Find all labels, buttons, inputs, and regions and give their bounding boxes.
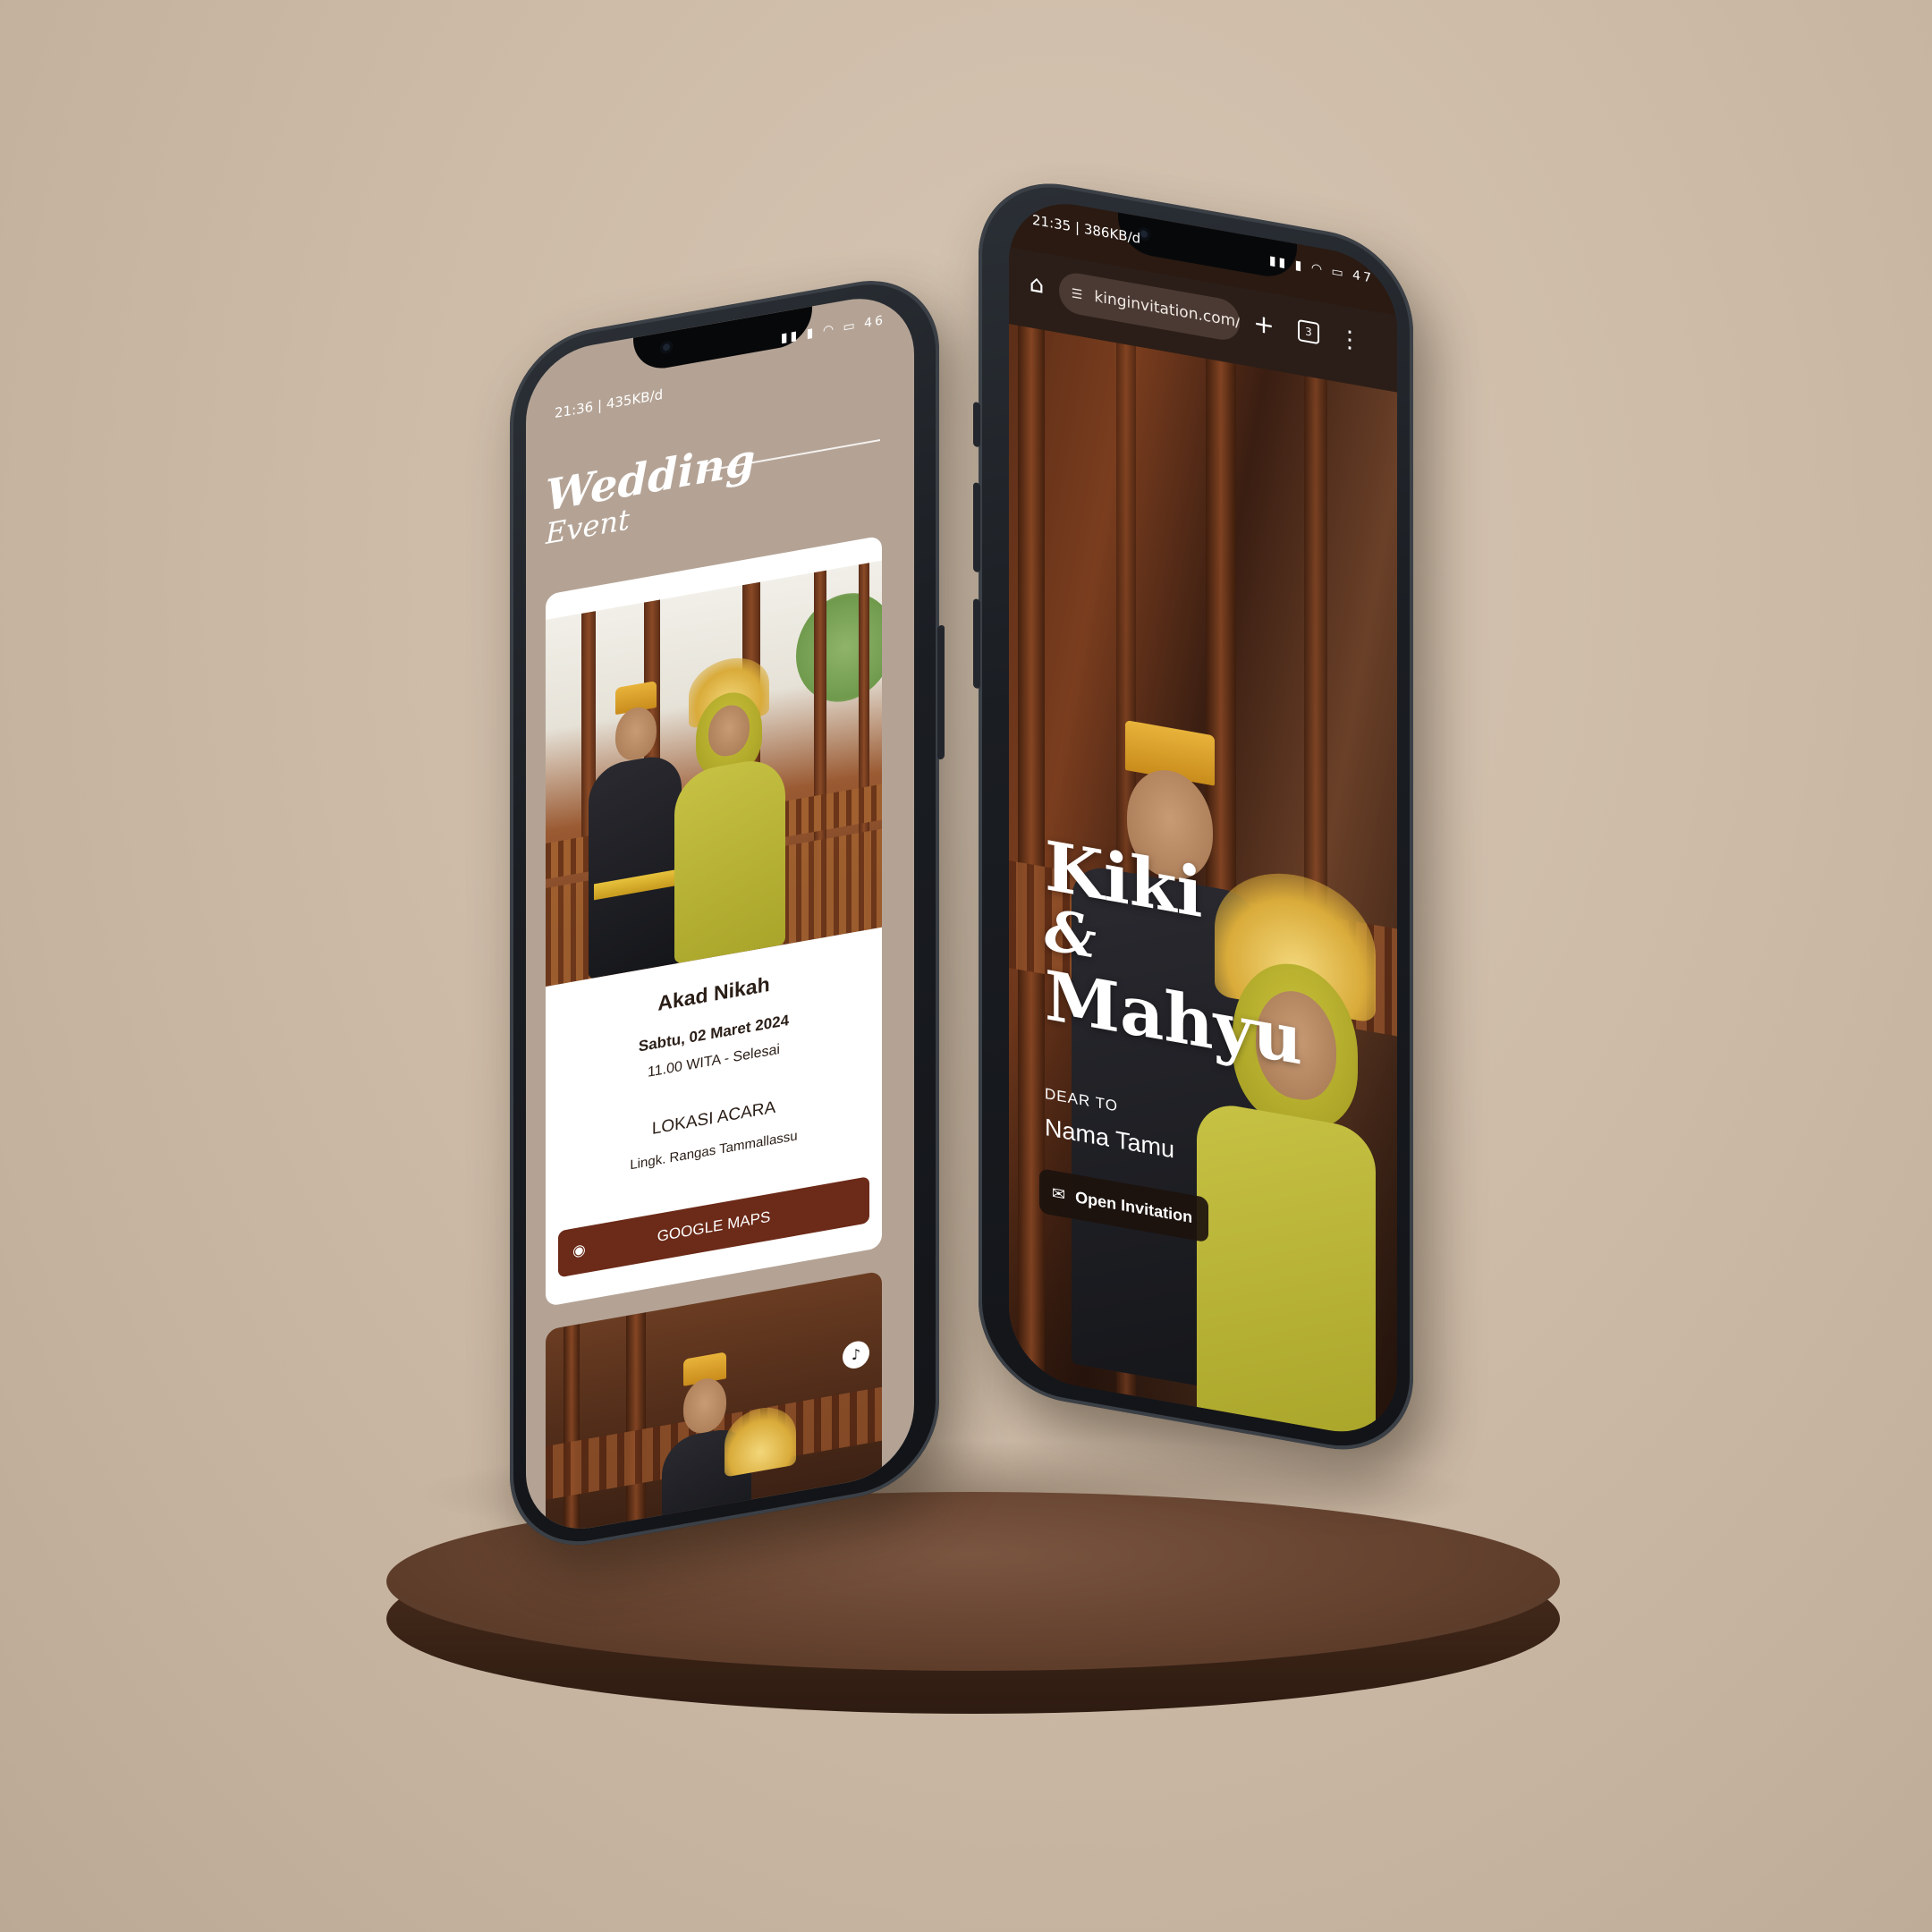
google-maps-button[interactable]: ◉ GOOGLE MAPS: [558, 1176, 869, 1278]
music-toggle-button[interactable]: ♪: [843, 1339, 869, 1371]
more-menu-icon[interactable]: ⋮: [1336, 325, 1363, 356]
yellow-attire: [1197, 1099, 1376, 1443]
signal-icon: ▮▮ ▮ ◠ ▭: [780, 318, 858, 346]
url-text: kinginvitation.com/kiki-r: [1094, 287, 1240, 339]
event-card: Akad Nikah Sabtu, 02 Maret 2024 11.00 WI…: [546, 535, 882, 1307]
right-screen: 21:35 | 386KB/d ▮▮ ▮ ◠ ▭ 47 ⌂ ☰ kinginvi…: [1009, 192, 1397, 1443]
home-icon[interactable]: ⌂: [1023, 269, 1050, 301]
volume-down-button: [973, 597, 980, 690]
phone-right: 21:35 | 386KB/d ▮▮ ▮ ◠ ▭ 47 ⌂ ☰ kinginvi…: [973, 170, 1413, 1463]
envelope-icon: ✉: [1052, 1183, 1066, 1205]
event-photo: [546, 560, 882, 987]
power-button: [937, 624, 945, 760]
silent-switch: [973, 401, 980, 448]
crown: [724, 1402, 796, 1478]
battery-level: 46: [864, 312, 886, 332]
pillar: [626, 1312, 646, 1531]
volume-up-button: [973, 481, 980, 573]
tabs-button[interactable]: 3: [1295, 317, 1322, 348]
event-details: Akad Nikah Sabtu, 02 Maret 2024 11.00 WI…: [546, 928, 882, 1307]
phone-left: 21:36 | 435KB/d ▮▮ ▮ ◠ ▭ 46 Wedding Even…: [510, 267, 945, 1558]
status-icons: ▮▮ ▮ ◠ ▭ 46: [781, 313, 886, 346]
section-heading: Wedding Event: [546, 435, 755, 551]
status-icons: ▮▮ ▮ ◠ ▭ 47: [1269, 253, 1374, 286]
status-bar: 21:36 | 435KB/d ▮▮ ▮ ◠ ▭ 46: [526, 295, 914, 421]
status-time: 21:35 | 386KB/d: [1032, 211, 1141, 247]
pillar: [564, 1324, 580, 1539]
tabs-count: 3: [1298, 318, 1319, 345]
map-pin-icon: ◉: [572, 1241, 586, 1260]
groom: [662, 1340, 796, 1539]
signal-icon: ▮▮ ▮ ◠ ▭: [1268, 253, 1346, 282]
status-time: 21:36 | 435KB/d: [555, 386, 664, 422]
bride: [662, 648, 796, 966]
music-icon: ♪: [851, 1344, 861, 1364]
open-invitation-label: Open Invitation: [1075, 1188, 1193, 1227]
site-settings-icon[interactable]: ☰: [1064, 272, 1089, 318]
left-screen: 21:36 | 435KB/d ▮▮ ▮ ◠ ▭ 46 Wedding Even…: [526, 288, 914, 1539]
pillar: [1018, 325, 1045, 1381]
yellow-attire: [674, 754, 785, 964]
maps-button-label: GOOGLE MAPS: [657, 1208, 771, 1245]
new-tab-button[interactable]: +: [1250, 308, 1277, 341]
battery-level: 47: [1352, 267, 1374, 286]
second-photo: ♪: [546, 1270, 882, 1539]
